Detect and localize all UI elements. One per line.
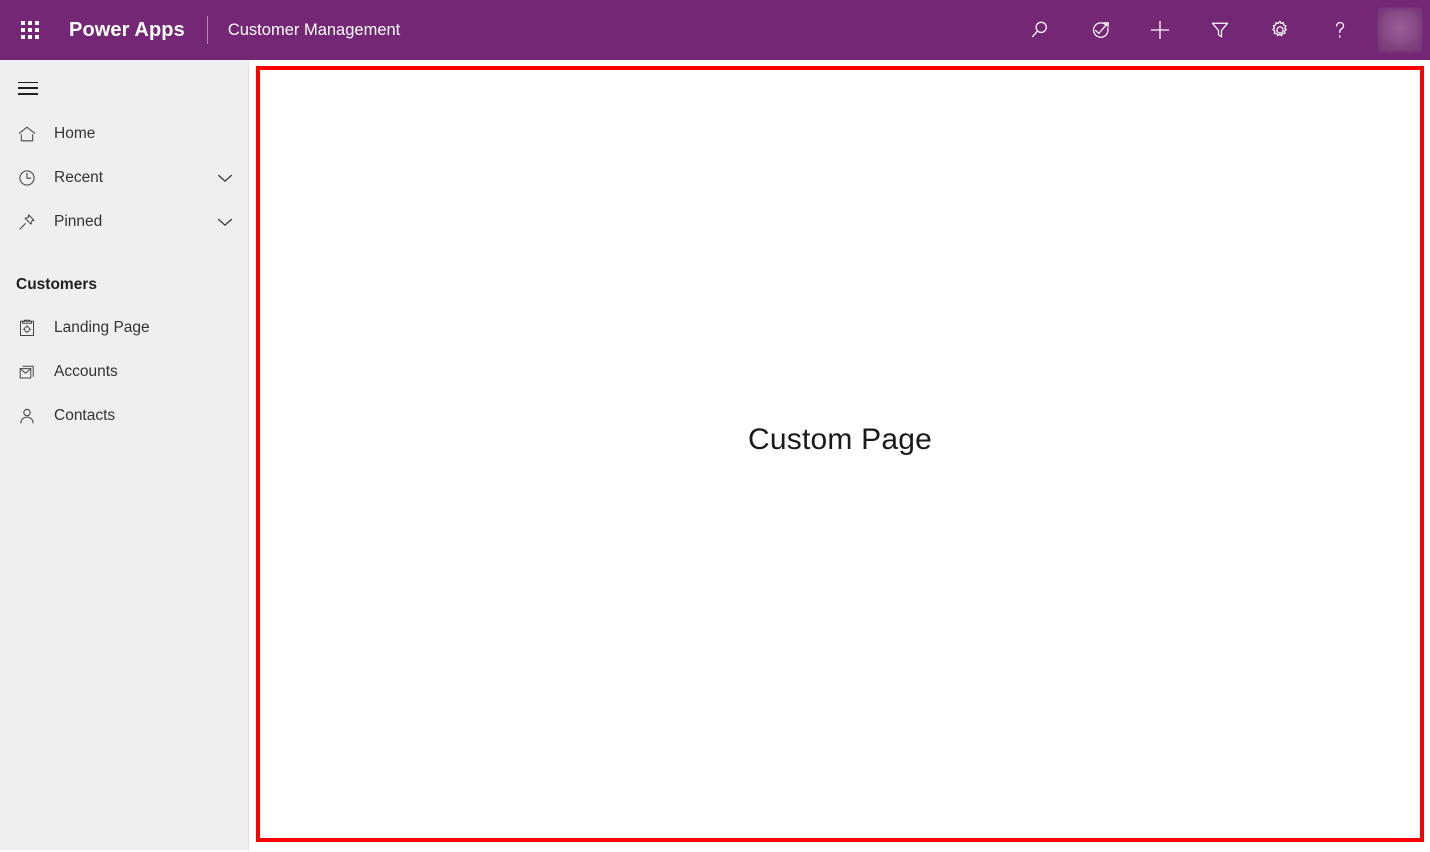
contact-person-icon — [16, 405, 38, 427]
power-apps-window: Power Apps Customer Management — [0, 0, 1430, 852]
sidebar-item-label: Recent — [54, 169, 214, 187]
main-content-region: Custom Page — [250, 60, 1430, 852]
clipboard-gear-icon — [16, 317, 38, 339]
user-avatar[interactable] — [1378, 8, 1422, 52]
app-name-label: Customer Management — [228, 21, 400, 40]
accounts-icon — [16, 361, 38, 383]
chevron-down-icon[interactable] — [214, 211, 236, 233]
settings-button[interactable] — [1260, 6, 1300, 54]
filter-icon — [1208, 18, 1232, 42]
sidebar-item-label: Contacts — [54, 407, 236, 425]
sidebar-item-label: Home — [54, 125, 236, 143]
sitemap-toggle-button[interactable] — [4, 64, 52, 112]
help-button[interactable] — [1320, 6, 1360, 54]
filter-button[interactable] — [1200, 6, 1240, 54]
app-launcher-waffle-icon — [21, 21, 39, 39]
brand-title[interactable]: Power Apps — [69, 19, 185, 42]
sidebar-item-contacts[interactable]: Contacts — [0, 394, 248, 438]
assistant-button[interactable] — [1080, 6, 1120, 54]
sitemap-sidebar: Home Recent — [0, 60, 249, 852]
clock-icon — [16, 167, 38, 189]
sidebar-item-label: Pinned — [54, 213, 214, 231]
chevron-down-icon[interactable] — [214, 167, 236, 189]
search-icon — [1028, 18, 1052, 42]
assistant-icon — [1088, 18, 1112, 42]
help-icon — [1328, 18, 1352, 42]
quick-create-button[interactable] — [1140, 6, 1180, 54]
settings-gear-icon — [1268, 18, 1292, 42]
home-icon — [16, 123, 38, 145]
hamburger-menu-icon — [18, 82, 38, 95]
search-button[interactable] — [1020, 6, 1060, 54]
quick-create-icon — [1147, 17, 1173, 43]
sidebar-item-pinned[interactable]: Pinned — [0, 200, 248, 244]
command-icon-group — [1010, 0, 1430, 60]
page-title: Custom Page — [748, 423, 932, 457]
pin-icon — [16, 211, 38, 233]
sidebar-item-landing-page[interactable]: Landing Page — [0, 306, 248, 350]
top-command-bar: Power Apps Customer Management — [0, 0, 1430, 60]
sidebar-item-recent[interactable]: Recent — [0, 156, 248, 200]
sidebar-group-header: Customers — [0, 270, 248, 300]
custom-page-canvas: Custom Page — [260, 70, 1420, 838]
sidebar-item-label: Landing Page — [54, 319, 236, 337]
sidebar-item-label: Accounts — [54, 363, 236, 381]
brand-divider — [207, 16, 208, 44]
app-launcher-button[interactable] — [0, 0, 60, 60]
custom-page-highlight-frame: Custom Page — [256, 66, 1424, 842]
sidebar-item-home[interactable]: Home — [0, 112, 248, 156]
sidebar-item-accounts[interactable]: Accounts — [0, 350, 248, 394]
